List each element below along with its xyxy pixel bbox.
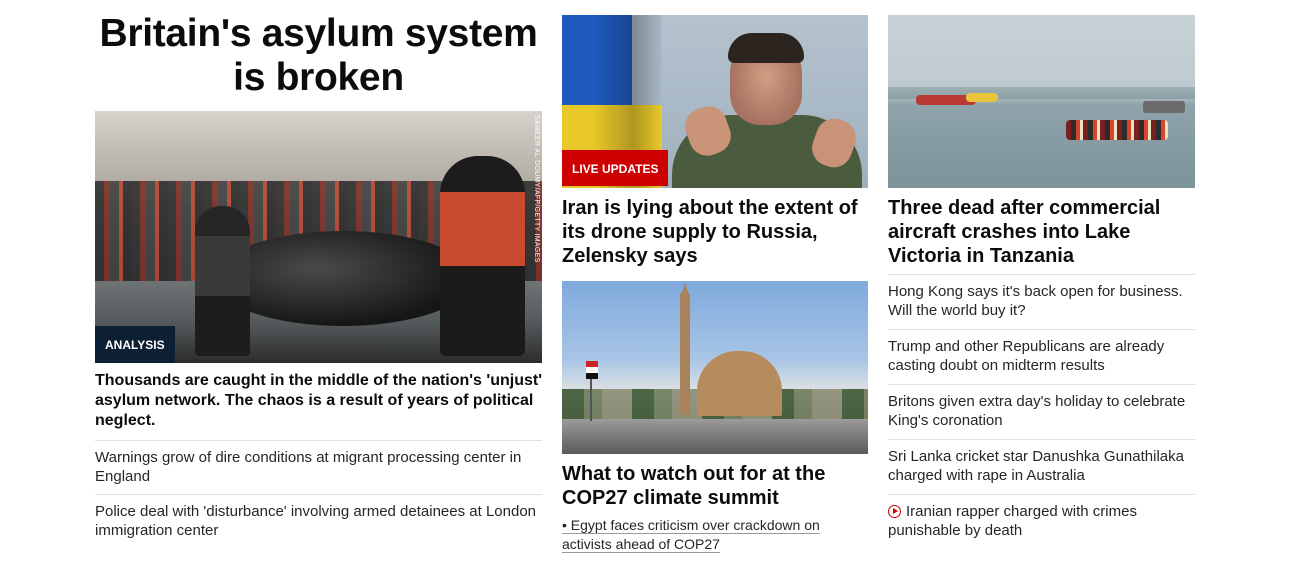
image-road (562, 419, 868, 454)
story-column-middle: LIVE UPDATES Iran is lying about the ext… (562, 15, 868, 554)
related-link[interactable]: Police deal with 'disturbance' involving… (95, 494, 542, 548)
related-link[interactable]: Trump and other Republicans are already … (888, 329, 1195, 384)
image-boat (1143, 101, 1185, 113)
related-links-left: Warnings grow of dire conditions at migr… (95, 440, 542, 548)
analysis-badge: ANALYSIS (95, 326, 175, 363)
image-boat (213, 231, 473, 326)
hero-image-migrant-boat[interactable]: SAMEER AL-DOUMY/AFP/GETTY IMAGES ANALYSI… (95, 111, 542, 363)
image-hair (728, 33, 804, 63)
image-plane (966, 93, 998, 102)
live-updates-badge: LIVE UPDATES (562, 150, 669, 186)
related-link[interactable]: Hong Kong says it's back open for busine… (888, 274, 1195, 329)
image-person (195, 206, 250, 356)
image-people (1066, 120, 1168, 140)
related-link[interactable]: Britons given extra day's holiday to cel… (888, 384, 1195, 439)
image-minaret (680, 283, 690, 415)
related-link-video[interactable]: Iranian rapper charged with crimes punis… (888, 494, 1195, 549)
zelensky-headline[interactable]: Iran is lying about the extent of its dr… (562, 196, 868, 268)
cop27-headline[interactable]: What to watch out for at the COP27 clima… (562, 462, 868, 510)
play-icon (888, 505, 901, 518)
image-person-lifejacket (440, 156, 525, 356)
main-headline[interactable]: Britain's asylum system is broken (95, 12, 542, 100)
zelensky-image[interactable]: LIVE UPDATES (562, 15, 868, 188)
story-column-left: Britain's asylum system is broken SAMEER… (95, 12, 542, 548)
cop27-image[interactable] (562, 281, 868, 454)
cop27-sublink[interactable]: • Egypt faces criticism over crackdown o… (562, 516, 868, 554)
image-flag-egypt (586, 361, 598, 379)
lake-victoria-image[interactable] (888, 15, 1195, 188)
story-column-right: Three dead after commercial aircraft cra… (888, 15, 1195, 549)
tanzania-headline[interactable]: Three dead after commercial aircraft cra… (888, 196, 1195, 268)
lede-link[interactable]: Thousands are caught in the middle of th… (95, 371, 542, 431)
image-credit: SAMEER AL-DOUMY/AFP/GETTY IMAGES (533, 115, 540, 263)
image-mosque (697, 351, 782, 416)
related-link[interactable]: Warnings grow of dire conditions at migr… (95, 440, 542, 494)
related-links-right: Hong Kong says it's back open for busine… (888, 274, 1195, 549)
related-link[interactable]: Sri Lanka cricket star Danushka Gunathil… (888, 439, 1195, 494)
related-link-label: Iranian rapper charged with crimes punis… (888, 503, 1137, 539)
